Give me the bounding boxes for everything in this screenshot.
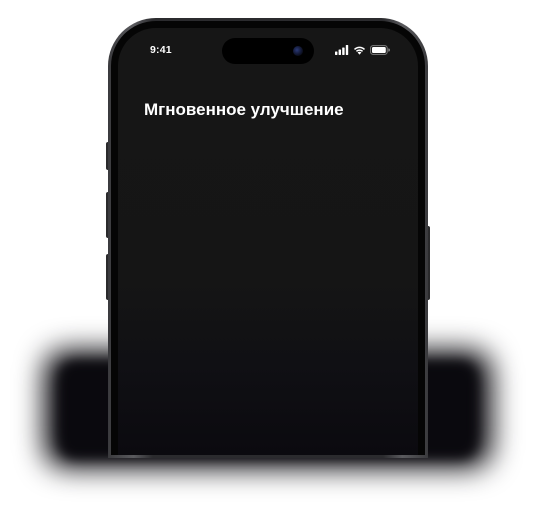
cellular-signal-icon xyxy=(335,45,349,55)
status-icons xyxy=(335,44,390,56)
phone-bezel: 9:41 Мгновенное улучшение xyxy=(111,21,425,455)
screen-title: Мгновенное улучшение xyxy=(144,100,344,119)
device-mockup: 9:41 Мгновенное улучшение xyxy=(0,0,540,518)
front-camera-icon xyxy=(293,46,303,56)
battery-icon xyxy=(370,45,390,55)
status-time: 9:41 xyxy=(150,44,172,56)
dynamic-island xyxy=(222,38,314,64)
phone-frame: 9:41 Мгновенное улучшение xyxy=(108,18,428,458)
wifi-icon xyxy=(353,45,366,55)
phone-screen: 9:41 Мгновенное улучшение xyxy=(118,28,418,455)
